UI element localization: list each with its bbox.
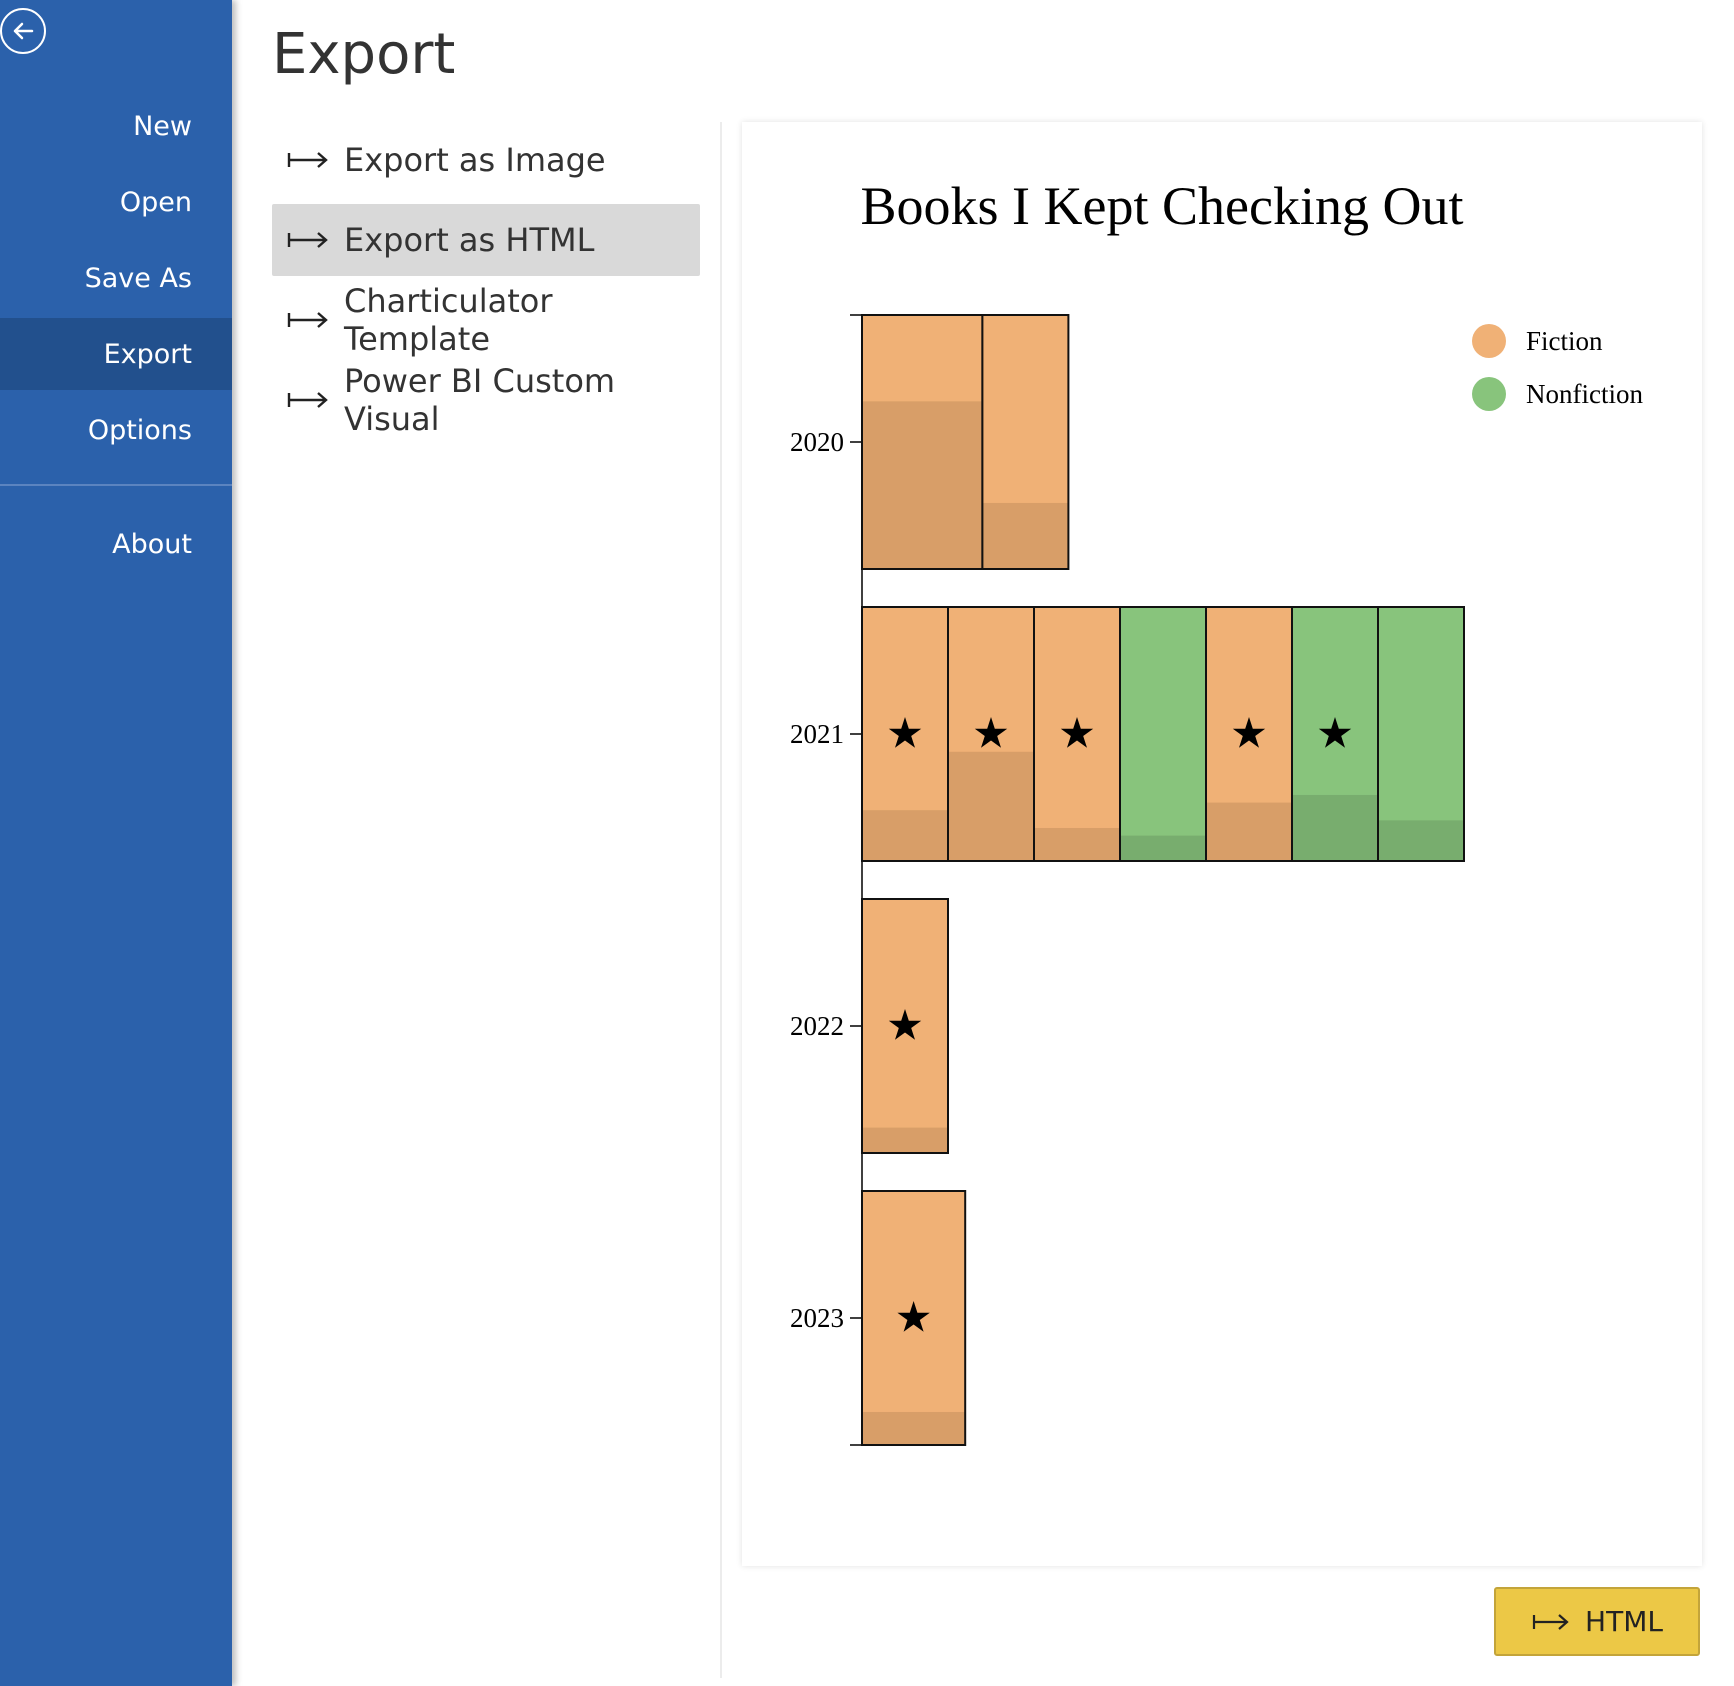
menu-export-image[interactable]: Export as Image: [272, 124, 700, 196]
bar-fill: [1292, 794, 1378, 861]
y-tick-label: 2021: [790, 719, 844, 749]
bar-fill: [1034, 827, 1120, 861]
export-button-label: HTML: [1585, 1605, 1663, 1638]
export-arrow-icon: [287, 232, 328, 248]
bar-fill: [1378, 820, 1464, 861]
book-bar: [861, 606, 949, 862]
book-bar: [1119, 606, 1207, 862]
menu-power-bi-visual[interactable]: Power BI Custom Visual: [272, 362, 700, 438]
bar-fill: [1206, 802, 1292, 861]
bar-fill: [862, 810, 948, 861]
bar-fill: [862, 1127, 948, 1153]
sidebar-item-open[interactable]: Open: [0, 166, 232, 238]
sidebar-item-export[interactable]: Export: [0, 318, 232, 390]
chart-legend: Fiction Nonfiction: [1472, 324, 1643, 411]
chart: Books I Kept Checking Out 2020 2021 2022 20…: [790, 176, 1643, 1446]
book-bar: [1291, 606, 1379, 862]
y-tick-label: 2023: [790, 1303, 844, 1333]
menu-charticulator-template[interactable]: Charticulator Template: [272, 282, 700, 358]
sidebar-item-about[interactable]: About: [0, 508, 232, 580]
chart-preview: Books I Kept Checking Out 2020 2021 2022 20…: [742, 122, 1702, 1566]
book-bar: [1377, 606, 1465, 862]
sidebar: New Open Save As Export Options About: [0, 0, 232, 1686]
book-bar: [861, 314, 984, 570]
bar-fill: [862, 1411, 966, 1445]
sidebar-item-label: Options: [87, 414, 192, 446]
menu-item-label: Charticulator Template: [344, 282, 553, 358]
y-tick-label: 2022: [790, 1011, 844, 1041]
bar-fill: [1120, 835, 1206, 861]
legend-label-nonfiction: Nonfiction: [1526, 379, 1643, 409]
menu-item-label: Export as Image: [344, 141, 606, 179]
sidebar-item-label: Open: [119, 186, 192, 218]
legend-swatch-fiction: [1472, 324, 1506, 358]
y-tick-label: 2020: [790, 427, 844, 457]
sidebar-item-options[interactable]: Options: [0, 394, 232, 466]
bar-fill: [948, 751, 1034, 861]
sidebar-item-save-as[interactable]: Save As: [0, 242, 232, 314]
book-bar: [1205, 606, 1293, 862]
export-html-button[interactable]: HTML: [1494, 1587, 1700, 1656]
legend-swatch-nonfiction: [1472, 377, 1506, 411]
chart-title: Books I Kept Checking Out: [861, 176, 1464, 236]
menu-item-label: Power BI Custom Visual: [344, 362, 616, 438]
sidebar-divider: [0, 484, 232, 486]
page-title: Export: [272, 22, 456, 87]
back-arrow-icon[interactable]: [0, 8, 46, 54]
column-divider: [720, 122, 722, 1678]
book-bar: [861, 1190, 967, 1446]
menu-export-html[interactable]: Export as HTML: [272, 204, 700, 276]
bar: [1120, 607, 1206, 861]
legend-label-fiction: Fiction: [1526, 326, 1603, 356]
export-arrow-icon: [287, 312, 328, 328]
export-arrow-icon: [1532, 1613, 1569, 1630]
sidebar-item-label: New: [133, 110, 192, 142]
book-bar: [1033, 606, 1121, 862]
menu-item-label: Export as HTML: [344, 221, 595, 259]
sidebar-item-label: Export: [103, 338, 192, 370]
book-bar: [947, 606, 1035, 862]
sidebar-item-label: About: [112, 528, 192, 560]
sidebar-item-new[interactable]: New: [0, 90, 232, 162]
bar-fill: [862, 401, 983, 569]
export-arrow-icon: [287, 392, 328, 408]
bar-fill: [982, 502, 1069, 569]
book-bar: [861, 898, 949, 1154]
export-arrow-icon: [287, 152, 328, 168]
book-bar: [981, 314, 1070, 570]
sidebar-item-label: Save As: [84, 262, 192, 294]
